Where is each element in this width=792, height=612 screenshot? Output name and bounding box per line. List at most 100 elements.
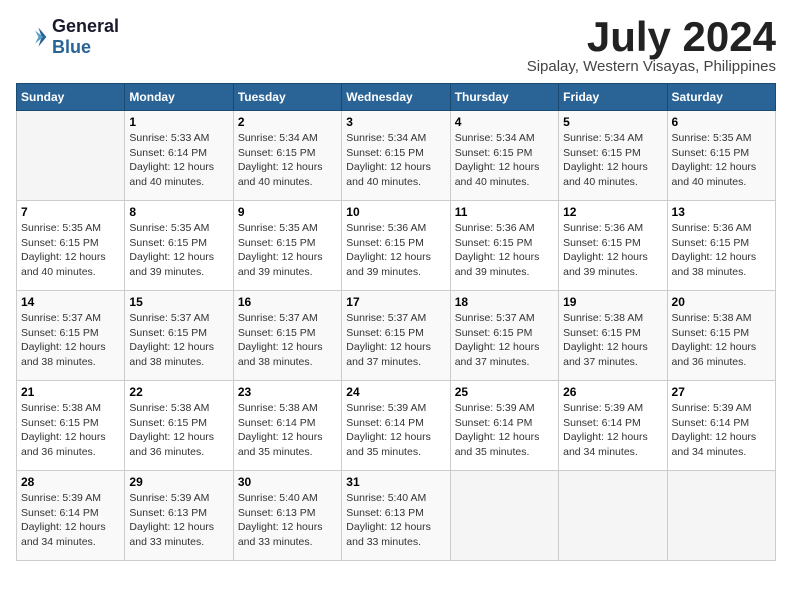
day-number: 23 xyxy=(238,385,337,399)
day-cell: 5 Sunrise: 5:34 AM Sunset: 6:15 PM Daylig… xyxy=(559,111,667,201)
day-info: Sunrise: 5:38 AM Sunset: 6:15 PM Dayligh… xyxy=(129,401,228,460)
header-cell-monday: Monday xyxy=(125,84,233,111)
day-number: 24 xyxy=(346,385,445,399)
day-cell xyxy=(667,471,775,561)
day-info: Sunrise: 5:36 AM Sunset: 6:15 PM Dayligh… xyxy=(672,221,771,280)
day-info: Sunrise: 5:35 AM Sunset: 6:15 PM Dayligh… xyxy=(129,221,228,280)
day-number: 7 xyxy=(21,205,120,219)
day-cell xyxy=(559,471,667,561)
day-cell: 26Sunrise: 5:39 AM Sunset: 6:14 PM Dayli… xyxy=(559,381,667,471)
day-info: Sunrise: 5:40 AM Sunset: 6:13 PM Dayligh… xyxy=(238,491,337,550)
day-info: Sunrise: 5:36 AM Sunset: 6:15 PM Dayligh… xyxy=(346,221,445,280)
day-info: Sunrise: 5:40 AM Sunset: 6:13 PM Dayligh… xyxy=(346,491,445,550)
day-cell xyxy=(450,471,558,561)
day-number: 10 xyxy=(346,205,445,219)
day-cell: 17 Sunrise: 5:37 AM Sunset: 6:15 PM Dayli… xyxy=(342,291,450,381)
day-info: Sunrise: 5:35 AM Sunset: 6:15 PM Dayligh… xyxy=(21,221,120,280)
day-number: 19 xyxy=(563,295,662,309)
day-cell: 23 Sunrise: 5:38 AM Sunset: 6:14 PM Dayli… xyxy=(233,381,341,471)
day-info: Sunrise: 5:38 AM Sunset: 6:14 PM Dayligh… xyxy=(238,401,337,460)
day-info: Sunrise: 5:38 AM Sunset: 6:15 PM Dayligh… xyxy=(563,311,662,370)
day-info: Sunrise: 5:37 AM Sunset: 6:15 PM Dayligh… xyxy=(129,311,228,370)
calendar-table: SundayMondayTuesdayWednesdayThursdayFrid… xyxy=(16,83,776,561)
day-info: Sunrise: 5:34 AM Sunset: 6:15 PM Dayligh… xyxy=(563,131,662,190)
week-row-4: 21 Sunrise: 5:38 AM Sunset: 6:15 PM Dayli… xyxy=(17,381,776,471)
header-cell-wednesday: Wednesday xyxy=(342,84,450,111)
day-info: Sunrise: 5:39 AM Sunset: 6:14 PM Dayligh… xyxy=(563,401,662,460)
day-info: Sunrise: 5:35 AM Sunset: 6:15 PM Dayligh… xyxy=(672,131,771,190)
week-row-1: 1 Sunrise: 5:33 AM Sunset: 6:14 PM Daylig… xyxy=(17,111,776,201)
day-cell: 13 Sunrise: 5:36 AM Sunset: 6:15 PM Dayli… xyxy=(667,201,775,291)
day-number: 30 xyxy=(238,475,337,489)
logo-icon xyxy=(16,21,48,53)
day-cell: 3 Sunrise: 5:34 AM Sunset: 6:15 PM Daylig… xyxy=(342,111,450,201)
day-number: 1 xyxy=(129,115,228,129)
day-number: 17 xyxy=(346,295,445,309)
day-number: 6 xyxy=(672,115,771,129)
week-row-3: 14 Sunrise: 5:37 AM Sunset: 6:15 PM Dayli… xyxy=(17,291,776,381)
day-number: 3 xyxy=(346,115,445,129)
day-info: Sunrise: 5:37 AM Sunset: 6:15 PM Dayligh… xyxy=(21,311,120,370)
day-number: 14 xyxy=(21,295,120,309)
day-number: 25 xyxy=(455,385,554,399)
day-number: 31 xyxy=(346,475,445,489)
day-cell: 24Sunrise: 5:39 AM Sunset: 6:14 PM Dayli… xyxy=(342,381,450,471)
day-number: 12 xyxy=(563,205,662,219)
day-cell: 6 Sunrise: 5:35 AM Sunset: 6:15 PM Daylig… xyxy=(667,111,775,201)
day-info: Sunrise: 5:38 AM Sunset: 6:15 PM Dayligh… xyxy=(21,401,120,460)
header-row: SundayMondayTuesdayWednesdayThursdayFrid… xyxy=(17,84,776,111)
week-row-2: 7 Sunrise: 5:35 AM Sunset: 6:15 PM Daylig… xyxy=(17,201,776,291)
day-number: 20 xyxy=(672,295,771,309)
day-info: Sunrise: 5:36 AM Sunset: 6:15 PM Dayligh… xyxy=(455,221,554,280)
day-cell: 15Sunrise: 5:37 AM Sunset: 6:15 PM Dayli… xyxy=(125,291,233,381)
day-cell: 2Sunrise: 5:34 AM Sunset: 6:15 PM Daylig… xyxy=(233,111,341,201)
header-cell-tuesday: Tuesday xyxy=(233,84,341,111)
day-info: Sunrise: 5:33 AM Sunset: 6:14 PM Dayligh… xyxy=(129,131,228,190)
day-cell: 31 Sunrise: 5:40 AM Sunset: 6:13 PM Dayli… xyxy=(342,471,450,561)
day-info: Sunrise: 5:39 AM Sunset: 6:14 PM Dayligh… xyxy=(21,491,120,550)
day-number: 27 xyxy=(672,385,771,399)
day-number: 5 xyxy=(563,115,662,129)
day-number: 2 xyxy=(238,115,337,129)
day-cell: 30 Sunrise: 5:40 AM Sunset: 6:13 PM Dayli… xyxy=(233,471,341,561)
day-cell: 14 Sunrise: 5:37 AM Sunset: 6:15 PM Dayli… xyxy=(17,291,125,381)
day-number: 11 xyxy=(455,205,554,219)
day-cell: 9 Sunrise: 5:35 AM Sunset: 6:15 PM Daylig… xyxy=(233,201,341,291)
day-cell: 8 Sunrise: 5:35 AM Sunset: 6:15 PM Daylig… xyxy=(125,201,233,291)
day-number: 8 xyxy=(129,205,228,219)
day-info: Sunrise: 5:36 AM Sunset: 6:15 PM Dayligh… xyxy=(563,221,662,280)
day-cell: 28 Sunrise: 5:39 AM Sunset: 6:14 PM Dayli… xyxy=(17,471,125,561)
day-cell: 29 Sunrise: 5:39 AM Sunset: 6:13 PM Dayli… xyxy=(125,471,233,561)
day-cell: 19 Sunrise: 5:38 AM Sunset: 6:15 PM Dayli… xyxy=(559,291,667,381)
week-row-5: 28 Sunrise: 5:39 AM Sunset: 6:14 PM Dayli… xyxy=(17,471,776,561)
day-cell: 11 Sunrise: 5:36 AM Sunset: 6:15 PM Dayli… xyxy=(450,201,558,291)
header-cell-saturday: Saturday xyxy=(667,84,775,111)
day-number: 28 xyxy=(21,475,120,489)
day-info: Sunrise: 5:39 AM Sunset: 6:14 PM Dayligh… xyxy=(672,401,771,460)
day-number: 29 xyxy=(129,475,228,489)
day-info: Sunrise: 5:35 AM Sunset: 6:15 PM Dayligh… xyxy=(238,221,337,280)
day-info: Sunrise: 5:39 AM Sunset: 6:13 PM Dayligh… xyxy=(129,491,228,550)
day-info: Sunrise: 5:39 AM Sunset: 6:14 PM Dayligh… xyxy=(455,401,554,460)
day-number: 18 xyxy=(455,295,554,309)
header-cell-sunday: Sunday xyxy=(17,84,125,111)
page-header: General Blue July 2024 Sipalay, Western … xyxy=(16,16,776,75)
day-number: 21 xyxy=(21,385,120,399)
day-cell: 22Sunrise: 5:38 AM Sunset: 6:15 PM Dayli… xyxy=(125,381,233,471)
day-info: Sunrise: 5:37 AM Sunset: 6:15 PM Dayligh… xyxy=(346,311,445,370)
day-number: 13 xyxy=(672,205,771,219)
day-cell: 18Sunrise: 5:37 AM Sunset: 6:15 PM Dayli… xyxy=(450,291,558,381)
day-info: Sunrise: 5:34 AM Sunset: 6:15 PM Dayligh… xyxy=(346,131,445,190)
header-cell-friday: Friday xyxy=(559,84,667,111)
day-info: Sunrise: 5:38 AM Sunset: 6:15 PM Dayligh… xyxy=(672,311,771,370)
day-cell: 21 Sunrise: 5:38 AM Sunset: 6:15 PM Dayli… xyxy=(17,381,125,471)
month-title: July 2024 xyxy=(527,16,776,58)
day-number: 16 xyxy=(238,295,337,309)
day-cell: 12 Sunrise: 5:36 AM Sunset: 6:15 PM Dayli… xyxy=(559,201,667,291)
day-cell: 20 Sunrise: 5:38 AM Sunset: 6:15 PM Dayli… xyxy=(667,291,775,381)
day-info: Sunrise: 5:37 AM Sunset: 6:15 PM Dayligh… xyxy=(238,311,337,370)
day-cell: 16 Sunrise: 5:37 AM Sunset: 6:15 PM Dayli… xyxy=(233,291,341,381)
day-number: 4 xyxy=(455,115,554,129)
day-number: 9 xyxy=(238,205,337,219)
day-cell: 27 Sunrise: 5:39 AM Sunset: 6:14 PM Dayli… xyxy=(667,381,775,471)
